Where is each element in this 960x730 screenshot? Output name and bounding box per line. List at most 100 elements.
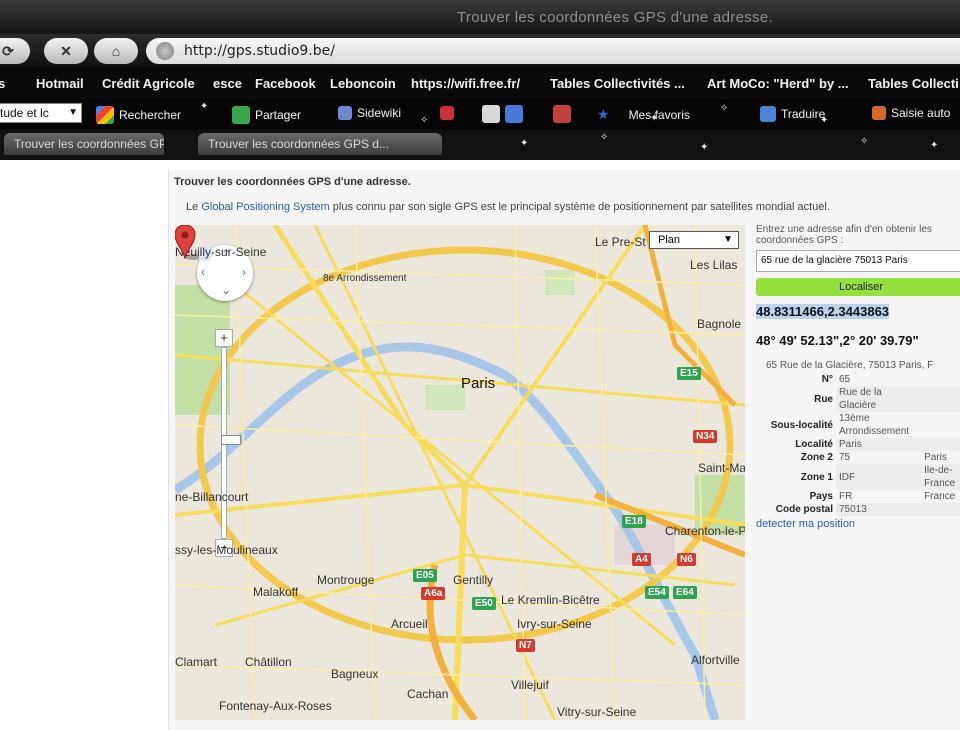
gps-wiki-link[interactable]: Global Positioning System — [201, 201, 329, 213]
translate-icon — [760, 106, 776, 122]
close-icon: ✕ — [60, 42, 72, 59]
map-type-select[interactable]: Plan ▼ — [649, 231, 739, 249]
home-button[interactable]: ⌂ — [94, 38, 138, 64]
address-bar[interactable]: http://gps.studio9.be/ — [146, 38, 960, 64]
tab-strip: Trouver les coordonnées GPS d... Trouver… — [0, 130, 960, 160]
detail-value: 65 — [839, 374, 851, 385]
address-details-table: N° 65 Rue Rue de la Glacière Sous-localité 13… — [756, 373, 960, 516]
detail-value-2: Ile-de-France — [921, 464, 960, 490]
plus-icon[interactable] — [505, 105, 523, 123]
rechercher-button[interactable]: Rechercher — [96, 106, 181, 124]
building-icon[interactable] — [482, 105, 500, 123]
reload-button[interactable]: ⟳ — [0, 38, 30, 64]
map-label: Cachan — [407, 687, 449, 701]
partager-label: Partager — [255, 108, 302, 122]
table-row: Code postal 75013 — [756, 503, 960, 516]
sparkle-decoration: ✧ — [600, 132, 609, 143]
detail-key: Localité — [795, 439, 833, 450]
detect-position-link[interactable]: detecter ma position — [756, 518, 960, 530]
saisie-auto-button[interactable]: Saisie auto — [872, 106, 950, 120]
address-prompt: Entrez une adresse afin d'en obtenir les… — [756, 224, 932, 246]
bookmark-leboncoin[interactable]: Leboncoin — [330, 76, 396, 91]
autofill-icon — [872, 106, 886, 120]
bookmark-wifi-free[interactable]: https://wifi.free.fr/ — [411, 76, 520, 91]
dms-coordinates: 48° 49' 52.13",2° 20' 39.79" — [756, 333, 919, 348]
share-icon — [232, 106, 250, 124]
toolbar-search-select[interactable]: tude et lc ▼ — [0, 103, 82, 123]
mail-icon[interactable] — [553, 105, 571, 123]
table-row: Pays FR France — [756, 490, 960, 503]
favoris-button[interactable]: ★ Mes favoris — [597, 106, 690, 123]
pan-left-icon[interactable]: ‹ — [201, 265, 205, 279]
decimal-coordinates[interactable]: 48.8311466,2.3443863 — [756, 304, 960, 319]
bookmark-credit-agricole[interactable]: Crédit Agricole — [102, 76, 195, 91]
zoom-in-button[interactable]: + — [215, 329, 233, 347]
pan-down-icon[interactable]: ⌄ — [221, 283, 231, 297]
detail-key: Zone 2 — [800, 452, 833, 463]
globe-icon — [156, 42, 174, 60]
map-label: Charenton-le-P — [665, 524, 745, 538]
map-label: Fontenay-Aux-Roses — [219, 699, 332, 713]
table-row: N° 65 — [756, 373, 960, 386]
map-label: Gentilly — [453, 573, 494, 587]
partager-button[interactable]: Partager — [232, 106, 301, 124]
map-canvas — [175, 225, 745, 720]
web-page: Trouver les coordonnées GPS d'une adress… — [0, 160, 960, 730]
table-row: Sous-localité 13ème Arrondissement — [756, 412, 960, 438]
longitude-value: ,2.3443863 — [823, 304, 890, 319]
bookmark-esce[interactable]: esce — [213, 76, 242, 91]
latitude-value: 48.8311466 — [756, 304, 824, 319]
traduire-button[interactable]: Traduire — [760, 106, 825, 122]
google-map[interactable]: Plan ▼ ⌃ ‹ › ⌄ + − Neuilly-sur-Seine Le … — [175, 225, 745, 720]
zoom-slider-track[interactable] — [221, 347, 241, 539]
park-area — [545, 270, 575, 295]
bookmark-item[interactable]: s — [0, 76, 5, 91]
intro-post: plus connu par son sigle GPS est le prin… — [332, 201, 830, 213]
google-icon — [96, 106, 114, 124]
sparkle-decoration: ✦ — [200, 101, 209, 112]
detail-value-2 — [921, 412, 960, 438]
toolbar-select-value: tude et lc — [0, 106, 49, 120]
detail-value-2 — [921, 386, 960, 412]
zoom-slider-thumb[interactable] — [221, 435, 241, 445]
zoom-control[interactable]: + − — [215, 329, 241, 557]
road-shield: E54 — [645, 586, 669, 599]
bookmark-toolbar-icon[interactable] — [440, 106, 454, 120]
tab-label: Trouver les coordonnées GPS d... — [14, 137, 164, 151]
sidewiki-button[interactable]: Sidewiki — [338, 106, 401, 120]
map-label: Le Kremlin-Bicêtre — [501, 593, 600, 607]
bookmark-tables-collecti[interactable]: Tables Collecti — [868, 76, 959, 91]
pan-right-icon[interactable]: › — [242, 265, 246, 279]
road-shield: N6 — [677, 553, 696, 566]
road-shield: E05 — [413, 569, 437, 582]
detail-value: FR — [839, 491, 853, 502]
detail-value-2 — [921, 503, 960, 516]
detail-value-2 — [921, 438, 960, 451]
map-label: 8e Arrondissement — [323, 273, 407, 284]
tab-gps-2[interactable]: Trouver les coordonnées GPS d... — [198, 133, 442, 155]
bookmarks-bar: s Hotmail Crédit Agricole esce Facebook … — [0, 70, 960, 98]
page-title: Trouver les coordonnées GPS d'une adress… — [174, 176, 411, 188]
park-area — [425, 385, 465, 410]
stop-button[interactable]: ✕ — [44, 38, 88, 64]
bookmark-facebook[interactable]: Facebook — [255, 76, 316, 91]
map-label: Montrouge — [317, 573, 375, 587]
localiser-button[interactable]: Localiser — [756, 278, 960, 296]
location-marker-icon[interactable] — [175, 225, 199, 261]
bookmark-hotmail[interactable]: Hotmail — [36, 76, 84, 91]
address-input[interactable]: 65 rue de la glacière 75013 Paris — [756, 250, 960, 272]
detail-value: IDF — [836, 464, 922, 490]
tab-gps-1[interactable]: Trouver les coordonnées GPS d... — [4, 133, 164, 155]
road-shield: E64 — [673, 586, 697, 599]
chevron-down-icon: ▼ — [723, 234, 733, 245]
map-label: Bagneux — [331, 667, 379, 681]
map-label: Saint-Manc — [698, 461, 745, 475]
bookmark-art-moco[interactable]: Art MoCo: "Herd" by ... — [707, 76, 849, 91]
detail-value: 75013 — [836, 503, 922, 516]
bookmark-tables-collectivites[interactable]: Tables Collectivités ... — [550, 76, 685, 91]
sparkle-decoration: ✦ — [520, 138, 529, 149]
map-label: Ivry-sur-Seine — [517, 617, 592, 631]
road-shield: E50 — [472, 597, 496, 610]
saisie-label: Saisie auto — [891, 106, 951, 120]
map-label: Le Pre-St — [595, 235, 646, 249]
